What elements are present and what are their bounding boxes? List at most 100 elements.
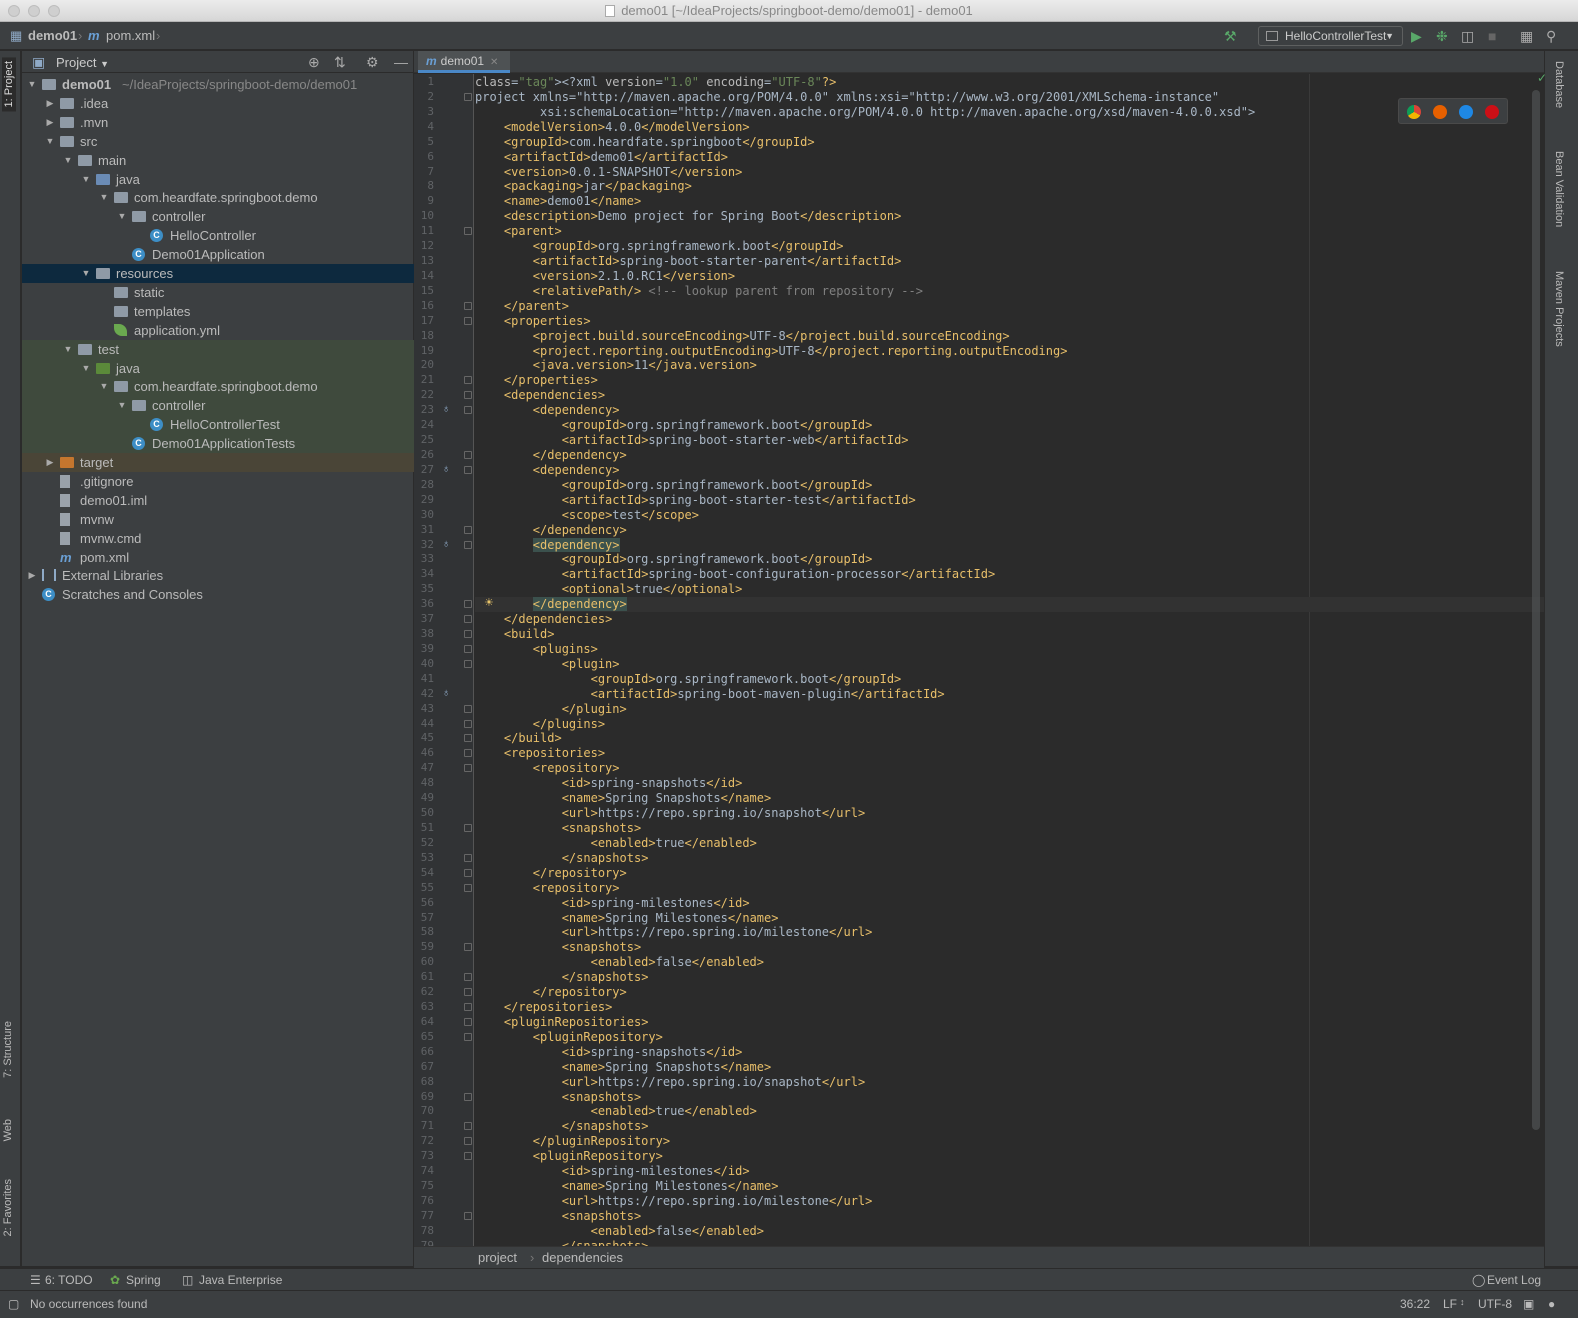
tool-tab-spring[interactable]: Spring [126,1273,161,1287]
code-line[interactable]: <dependencies> [475,388,605,402]
code-line[interactable]: <artifactId>spring-boot-starter-parent</… [475,254,902,268]
code-line[interactable]: <name>Spring Milestones</name> [475,1179,779,1193]
code-line[interactable]: <scope>test</scope> [475,508,699,522]
tree-node[interactable]: .gitignore [22,472,414,491]
locate-icon[interactable]: ⊕ [308,54,320,71]
code-line[interactable]: <url>https://repo.spring.io/snapshot</ur… [475,806,865,820]
dependency-gutter-icon[interactable]: ♁ [442,687,450,699]
fold-marker-icon[interactable] [464,973,472,982]
fold-marker-icon[interactable] [464,1152,472,1161]
expand-arrow-icon[interactable]: ▼ [80,170,92,189]
fold-marker-icon[interactable] [464,391,472,400]
stop-icon[interactable]: ■ [1488,28,1496,44]
opera-icon[interactable] [1485,105,1499,119]
close-window-button[interactable] [8,5,20,17]
project-structure-icon[interactable]: ▦ [1520,28,1533,44]
code-line[interactable]: <groupId>org.springframework.boot</group… [475,552,873,566]
code-line[interactable]: <plugin> [475,657,620,671]
code-editor[interactable]: 1 2 3 4 5 6 7 8 9 10 11 12 13 14 15 16 17 18 19 20 21 22 23 ♁ 24… [414,74,1544,1246]
code-line[interactable]: </dependency> [475,523,627,537]
tree-node[interactable]: C Demo01Application [22,245,414,264]
debug-icon[interactable]: ❉ [1436,28,1448,44]
code-line[interactable]: <repository> [475,761,620,775]
code-line[interactable]: <url>https://repo.spring.io/milestone</u… [475,925,873,939]
tree-node[interactable]: mvnw.cmd [22,529,414,548]
tool-tab-event-log[interactable]: Event Log [1487,1273,1541,1287]
fold-marker-icon[interactable] [464,615,472,624]
code-line[interactable]: <project.build.sourceEncoding>UTF-8</pro… [475,329,1010,343]
tree-node[interactable]: ▶ External Libraries [22,566,414,585]
fold-marker-icon[interactable] [464,868,472,877]
hector-icon[interactable]: ● [1548,1297,1555,1311]
code-line[interactable]: <id>spring-milestones</id> [475,1164,750,1178]
expand-arrow-icon[interactable]: ▼ [80,264,92,283]
breadcrumb-project[interactable]: project [478,1250,517,1265]
fold-marker-icon[interactable] [464,1092,472,1101]
fold-marker-icon[interactable] [464,451,472,459]
run-configuration-select[interactable]: HelloControllerTest ▼ [1258,26,1403,46]
code-line[interactable]: <name>Spring Milestones</name> [475,911,779,925]
tool-tab-database[interactable]: Database [1553,61,1565,108]
tool-tab-structure[interactable]: 7: Structure [2,1021,14,1078]
code-line[interactable]: <description>Demo project for Spring Boo… [475,209,901,223]
chrome-icon[interactable] [1407,105,1421,119]
coverage-icon[interactable]: ◫ [1461,28,1474,44]
code-line[interactable]: <snapshots> [475,1209,641,1223]
firefox-icon[interactable] [1433,105,1447,119]
code-line[interactable]: <snapshots> [475,1090,641,1104]
code-line[interactable]: </properties> [475,373,598,387]
code-line[interactable]: </dependency> [475,597,627,612]
code-line[interactable]: <enabled>false</enabled> [475,1224,764,1238]
code-line[interactable]: </plugin> [475,702,627,716]
nav-crumb-file[interactable]: pom.xml [106,28,155,43]
run-icon[interactable]: ▶ [1411,28,1422,44]
project-view-select[interactable]: Project ▼ [56,55,109,70]
tree-node[interactable]: ▶ .mvn [22,113,414,132]
code-line[interactable]: <snapshots> [475,940,641,954]
code-line[interactable]: <repository> [475,881,620,895]
fold-marker-icon[interactable] [464,644,472,653]
code-line[interactable]: </build> [475,731,562,745]
fold-marker-icon[interactable] [464,1211,472,1220]
collapse-arrow-icon[interactable]: ▶ [44,453,56,472]
code-line[interactable]: <enabled>false</enabled> [475,955,764,969]
fold-marker-icon[interactable] [464,540,472,549]
expand-arrow-icon[interactable]: ▼ [44,132,56,151]
close-icon[interactable]: ✕ [490,57,498,68]
code-line[interactable]: <relativePath/> <!-- lookup parent from … [475,284,923,298]
fold-marker-icon[interactable] [464,1032,472,1041]
fold-marker-icon[interactable] [464,630,472,639]
toggle-tool-windows-icon[interactable]: ▢ [8,1297,19,1311]
tree-node[interactable]: C Demo01ApplicationTests [22,434,414,454]
code-line[interactable]: <name>demo01</name> [475,194,641,208]
code-line[interactable]: </dependencies> [475,612,612,626]
dependency-gutter-icon[interactable]: ♁ [442,463,450,475]
code-line[interactable]: <id>spring-milestones</id> [475,896,750,910]
code-line[interactable]: <id>spring-snapshots</id> [475,1045,743,1059]
code-line[interactable]: class="tag"><?xml version="1.0" encoding… [475,75,836,89]
fold-marker-icon[interactable] [464,1137,472,1146]
tool-tab-bean-validation[interactable]: Bean Validation [1553,151,1565,227]
tree-node[interactable]: C HelloController [22,226,414,245]
code-line[interactable]: </snapshots> [475,851,649,865]
code-line[interactable]: <groupId>org.springframework.boot</group… [475,418,873,432]
code-line[interactable]: <pluginRepositories> [475,1015,649,1029]
fold-marker-icon[interactable] [464,943,472,952]
fold-marker-icon[interactable] [464,600,472,609]
code-line[interactable]: <name>Spring Snapshots</name> [475,1060,772,1074]
fold-marker-icon[interactable] [464,376,472,385]
fold-marker-icon[interactable] [464,988,472,997]
code-line[interactable]: </snapshots> [475,1239,649,1246]
tree-node[interactable]: mvnw [22,510,414,529]
code-line[interactable]: <dependency> [475,403,620,417]
code-line[interactable]: xsi:schemaLocation="http://maven.apache.… [475,105,1255,119]
code-line[interactable]: <dependency> [475,537,620,552]
fold-marker-icon[interactable] [464,704,472,713]
tree-node[interactable]: ▼ com.heardfate.springboot.demo [22,188,414,207]
code-line[interactable]: <snapshots> [475,821,641,835]
expand-arrow-icon[interactable]: ▼ [98,188,110,207]
expand-arrow-icon[interactable]: ▼ [62,340,74,359]
tree-node[interactable]: ▼ src [22,132,414,151]
lightbulb-icon[interactable]: ☀ [484,596,494,609]
expand-arrow-icon[interactable]: ▼ [116,396,128,415]
